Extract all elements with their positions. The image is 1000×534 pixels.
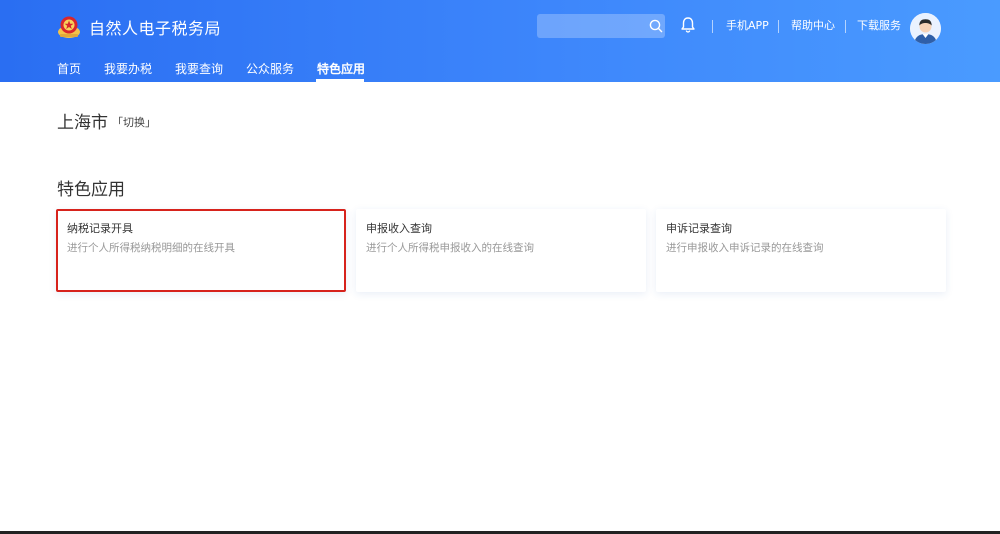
app-title: 自然人电子税务局 <box>89 19 222 38</box>
card-title: 纳税记录开具 <box>67 222 133 235</box>
avatar[interactable] <box>910 13 941 44</box>
card-description: 进行申报收入申诉记录的在线查询 <box>666 242 824 254</box>
card-tax-record[interactable]: 纳税记录开具 进行个人所得税纳税明细的在线开具 <box>56 209 346 292</box>
nav-tax-handling[interactable]: 我要办税 <box>104 60 152 77</box>
card-title: 申报收入查询 <box>366 222 432 235</box>
brand[interactable]: 自然人电子税务局 <box>57 12 221 42</box>
nav-home[interactable]: 首页 <box>57 60 81 77</box>
section-title: 特色应用 <box>57 180 125 200</box>
search-input[interactable] <box>537 14 665 38</box>
main-nav: 首页 我要办税 我要查询 公众服务 特色应用 <box>0 56 1000 82</box>
card-appeal-query[interactable]: 申诉记录查询 进行申报收入申诉记录的在线查询 <box>656 209 946 292</box>
active-tab-indicator <box>316 79 364 82</box>
bell-icon[interactable] <box>680 16 696 34</box>
divider <box>712 20 713 33</box>
switch-city-link[interactable]: 「切换」 <box>112 114 156 130</box>
nav-featured-apps[interactable]: 特色应用 <box>317 60 365 77</box>
current-city: 上海市 <box>57 113 108 133</box>
divider <box>845 20 846 33</box>
top-header: 自然人电子税务局 手机APP 帮助中心 下载服务 首页 我要办税 我要查询 公众… <box>0 0 1000 82</box>
card-title: 申诉记录查询 <box>666 222 732 235</box>
card-description: 进行个人所得税纳税明细的在线开具 <box>67 242 235 254</box>
search-icon[interactable] <box>648 18 664 34</box>
card-description: 进行个人所得税申报收入的在线查询 <box>366 242 534 254</box>
tax-emblem-icon <box>58 16 80 38</box>
mobile-app-link[interactable]: 手机APP <box>726 19 769 33</box>
nav-query[interactable]: 我要查询 <box>175 60 223 77</box>
download-service-link[interactable]: 下载服务 <box>857 19 901 33</box>
divider <box>778 20 779 33</box>
help-center-link[interactable]: 帮助中心 <box>791 19 835 33</box>
nav-public-service[interactable]: 公众服务 <box>246 60 294 77</box>
user-avatar-icon <box>910 13 941 44</box>
card-income-query[interactable]: 申报收入查询 进行个人所得税申报收入的在线查询 <box>356 209 646 292</box>
